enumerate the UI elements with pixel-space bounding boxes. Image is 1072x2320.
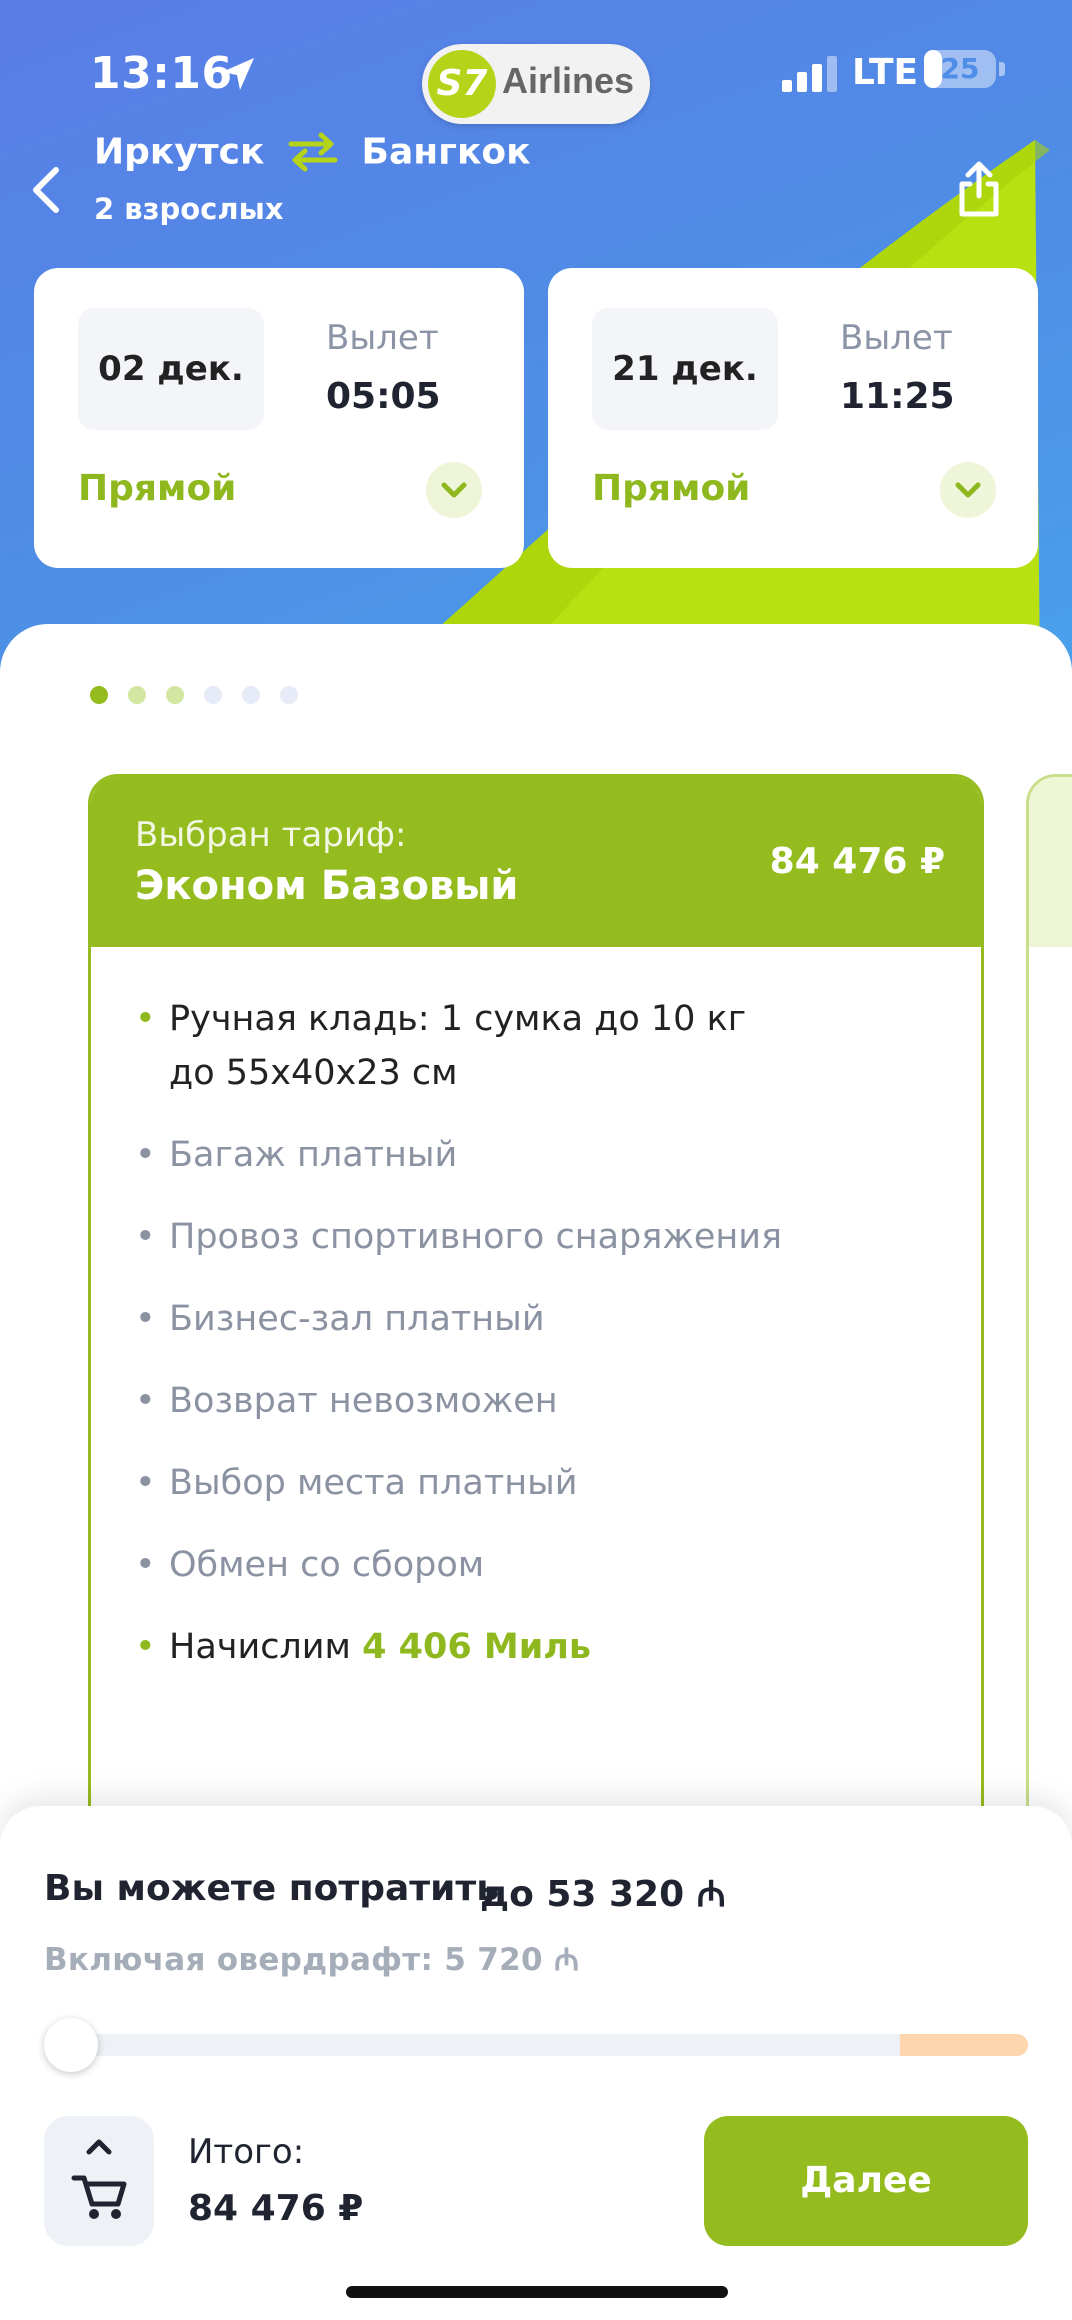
miles-value: 4 406 Миль <box>362 1627 592 1667</box>
bullet-icon: • <box>135 1545 156 1585</box>
flight-card-return[interactable]: 21 дек. Вылет 11:25 Прямой <box>548 268 1038 568</box>
flight-type: Прямой <box>78 468 237 509</box>
miles-prefix: Начислим <box>169 1627 351 1667</box>
feature-list: • Ручная кладь: 1 сумка до 10 кг до 55х4… <box>135 992 955 1674</box>
tariff-header: Выбран тариф: Эконом Базовый 84 476 ₽ <box>91 777 981 947</box>
departure-time: 05:05 <box>326 376 441 417</box>
feature-text: Бизнес-зал платный <box>169 1299 545 1339</box>
feature-text: Возврат невозможен <box>169 1381 558 1421</box>
departure-label: Вылет <box>840 318 953 358</box>
bullet-icon: • <box>135 1299 156 1339</box>
back-chevron-icon[interactable] <box>26 160 66 220</box>
route-title: Иркутск Бангкок <box>94 130 531 173</box>
feature-item: • Бизнес-зал платный <box>135 1292 955 1346</box>
swap-arrows-icon <box>288 132 338 172</box>
overdraft-info: Включая овердрафт: 5 720 ₼ <box>44 1942 580 1978</box>
flight-date: 02 дек. <box>78 308 264 430</box>
feature-item-miles: • Начислим 4 406 Миль <box>135 1620 955 1674</box>
bullet-icon: • <box>135 1463 156 1503</box>
feature-text: Провоз спортивного снаряжения <box>169 1217 783 1257</box>
header: 13:16 S7 Airlines LTE 25 Иркутск Бангкок <box>0 0 1072 680</box>
bullet-icon: • <box>135 1135 156 1175</box>
spend-label: Вы можете потратить <box>44 1868 499 1909</box>
tariff-price: 84 476 ₽ <box>769 841 945 882</box>
tariff-card[interactable]: Выбран тариф: Эконом Базовый 84 476 ₽ • … <box>88 774 984 1974</box>
pagination-dot-active[interactable] <box>90 686 108 704</box>
feature-item: • Ручная кладь: 1 сумка до 10 кг до 55х4… <box>135 992 955 1100</box>
tariff-selected-label: Выбран тариф: <box>135 815 407 855</box>
miles-payment-sheet: Вы можете потратить до 53 320 ₼ Включая … <box>0 1806 1072 2320</box>
feature-text: Багаж платный <box>169 1135 458 1175</box>
miles-slider-track[interactable] <box>64 2034 1028 2056</box>
feature-text: Обмен со сбором <box>169 1545 485 1585</box>
bullet-icon: • <box>135 1381 156 1421</box>
bullet-icon: • <box>135 999 156 1039</box>
feature-item: • Возврат невозможен <box>135 1374 955 1428</box>
to-city: Бангкок <box>361 131 531 173</box>
share-icon[interactable] <box>954 160 1004 220</box>
s7-airlines-logo: S7 Airlines <box>422 44 650 124</box>
next-tariff-header <box>1029 777 1072 947</box>
tariff-name: Эконом Базовый <box>135 863 519 909</box>
next-button[interactable]: Далее <box>704 2116 1028 2246</box>
brand-name: Airlines <box>502 60 635 101</box>
feature-text: Ручная кладь: 1 сумка до 10 кг <box>169 999 747 1039</box>
feature-item: • Обмен со сбором <box>135 1538 955 1592</box>
battery-cap <box>999 62 1005 76</box>
departure-time: 11:25 <box>840 376 955 417</box>
departure-label: Вылет <box>326 318 439 358</box>
next-tariff-card-peek[interactable] <box>1026 774 1072 1974</box>
pagination-dot[interactable] <box>166 686 184 704</box>
miles-line: Начислим 4 406 Миль <box>169 1620 955 1674</box>
pagination-dot[interactable] <box>242 686 260 704</box>
status-time: 13:16 <box>90 48 233 99</box>
overdraft-segment <box>900 2034 1028 2056</box>
bullet-icon: • <box>135 1627 156 1667</box>
feature-item: • Выбор места платный <box>135 1456 955 1510</box>
miles-slider-thumb[interactable] <box>44 2018 98 2072</box>
cart-expand-button[interactable] <box>44 2116 154 2246</box>
chevron-down-icon[interactable] <box>426 462 482 518</box>
feature-item: • Провоз спортивного снаряжения <box>135 1210 955 1264</box>
cart-icon <box>71 2139 127 2219</box>
feature-text-line2: до 55х40х23 см <box>169 1053 458 1093</box>
bullet-icon: • <box>135 1217 156 1257</box>
network-type: LTE <box>852 52 919 93</box>
pagination-dot[interactable] <box>280 686 298 704</box>
flight-date: 21 дек. <box>592 308 778 430</box>
total-value: 84 476 ₽ <box>188 2188 364 2229</box>
battery-level: 25 <box>940 52 980 85</box>
s7-badge: S7 <box>428 50 496 118</box>
flight-card-outbound[interactable]: 02 дек. Вылет 05:05 Прямой <box>34 268 524 568</box>
pagination-dot[interactable] <box>128 686 146 704</box>
battery-icon: 25 <box>924 50 996 88</box>
from-city: Иркутск <box>94 131 265 173</box>
total-label: Итого: <box>188 2132 305 2172</box>
flight-type: Прямой <box>592 468 751 509</box>
location-arrow-icon <box>222 58 254 90</box>
spend-value: до 53 320 ₼ <box>480 1874 726 1915</box>
feature-item: • Багаж платный <box>135 1128 955 1182</box>
home-indicator <box>346 2286 728 2298</box>
chevron-down-icon[interactable] <box>940 462 996 518</box>
passenger-count: 2 взрослых <box>94 192 284 226</box>
feature-text: Выбор места платный <box>169 1463 578 1503</box>
signal-icon <box>782 56 837 92</box>
status-bar: 13:16 S7 Airlines LTE 25 <box>0 40 1072 124</box>
pagination-dot[interactable] <box>204 686 222 704</box>
